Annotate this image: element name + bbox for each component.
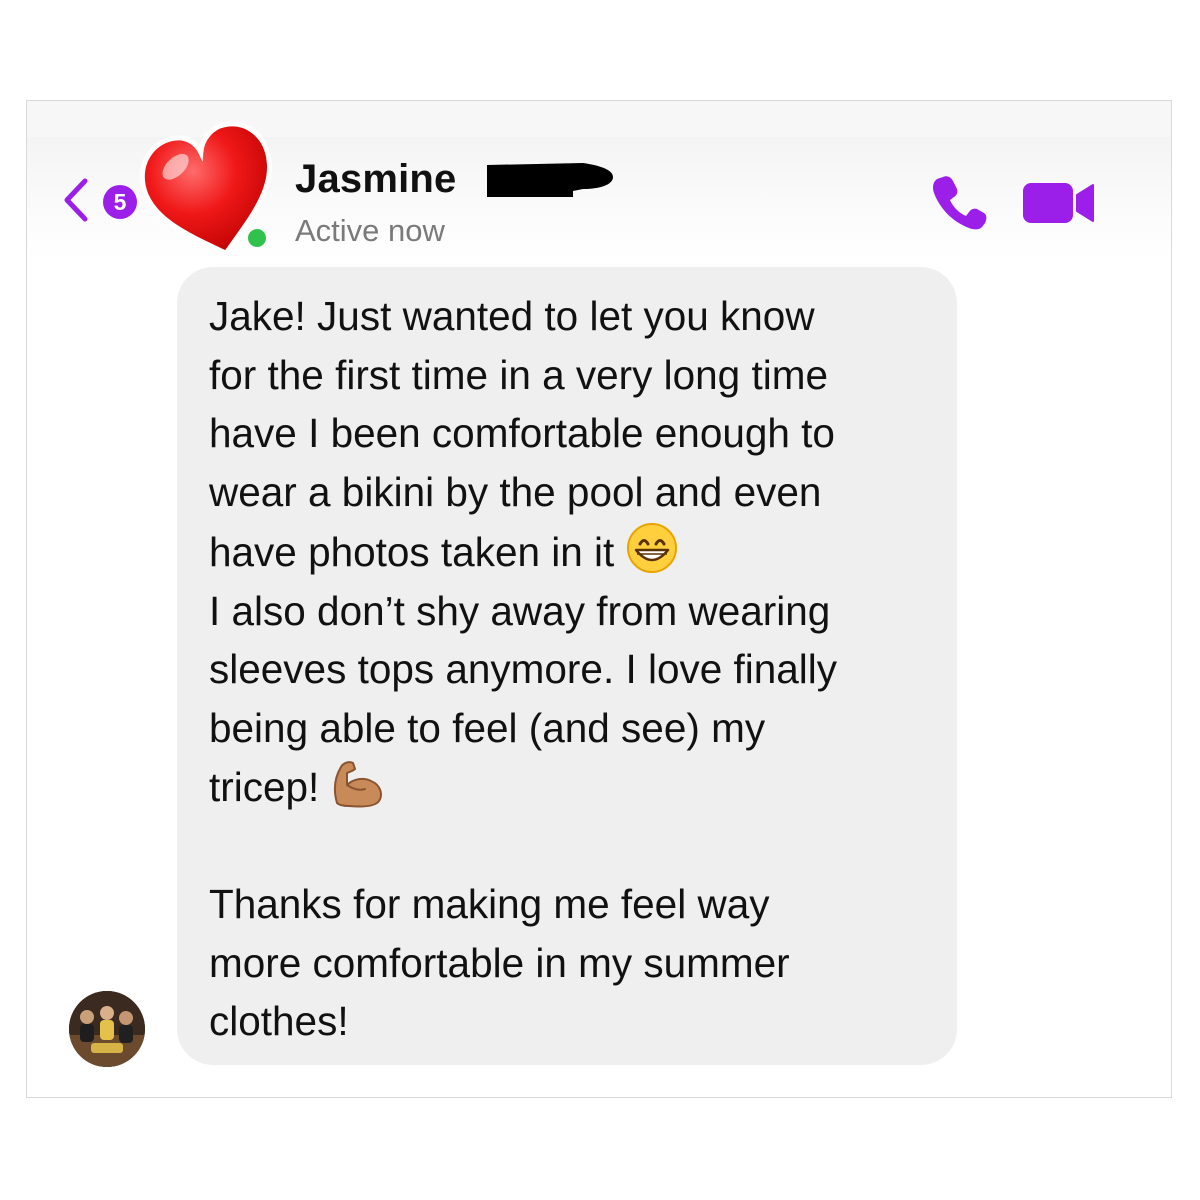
- contact-name[interactable]: Jasmine: [295, 157, 457, 202]
- message-line: Thanks for making me feel way: [209, 881, 770, 928]
- active-status-text: Active now: [295, 213, 445, 248]
- chat-window: 5 Jasmine Active now Jake! Just wanted t…: [26, 100, 1172, 1098]
- unread-count-badge: 5: [103, 185, 137, 219]
- back-button[interactable]: 5: [61, 173, 143, 229]
- grinning-face-emoji: [627, 522, 678, 573]
- message-line: wear a bikini by the pool and even: [209, 469, 822, 516]
- sender-avatar[interactable]: [69, 991, 145, 1067]
- chevron-left-icon: [64, 178, 88, 222]
- video-camera-icon[interactable]: [1023, 181, 1095, 225]
- message-line: more comfortable in my summer: [209, 939, 790, 986]
- message-line: for the first time in a very long time: [209, 351, 828, 398]
- message-bubble[interactable]: Jake! Just wanted to let you know for th…: [177, 267, 957, 1065]
- message-line: I also don’t shy away from wearing: [209, 587, 831, 634]
- phone-icon[interactable]: [929, 173, 987, 231]
- message-line: tricep!: [209, 758, 931, 817]
- message-line: clothes!: [209, 998, 349, 1045]
- name-redaction-mark: [487, 163, 613, 197]
- message-line: being able to feel (and see) my: [209, 704, 766, 751]
- red-heart-icon[interactable]: [139, 121, 283, 265]
- message-line: have photos taken in it: [209, 522, 931, 582]
- sender-avatar-photo: [69, 991, 145, 1067]
- message-line: Jake! Just wanted to let you know: [209, 293, 815, 339]
- message-line: have I been comfortable enough to: [209, 410, 835, 457]
- flexed-biceps-emoji: [334, 760, 383, 808]
- message-line: sleeves tops anymore. I love finally: [209, 646, 838, 693]
